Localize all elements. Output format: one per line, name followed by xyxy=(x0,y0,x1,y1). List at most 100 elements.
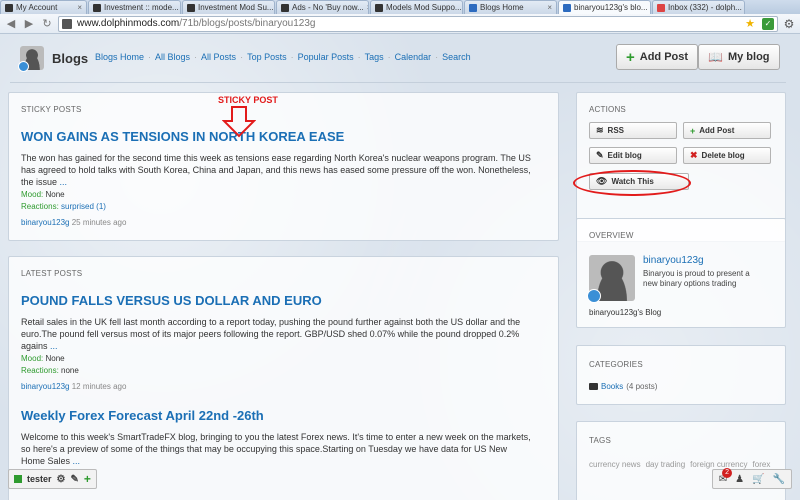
browser-tab[interactable]: Blogs Home × xyxy=(464,0,557,14)
add-post-action-button[interactable]: + Add Post xyxy=(683,122,771,139)
book-icon: 📖 xyxy=(708,50,723,64)
wrench-icon[interactable]: 🔧 xyxy=(773,474,785,485)
sticky-mood: Mood: None xyxy=(21,190,65,199)
tags-heading: TAGS xyxy=(589,436,611,445)
browser-tab[interactable]: Investment :: mode...× xyxy=(88,0,181,14)
delete-x-icon: ✖ xyxy=(690,150,698,160)
nav-separator: · xyxy=(387,52,391,62)
latest-post-2-title[interactable]: Weekly Forex Forecast April 22nd -26th xyxy=(21,408,264,423)
url-host: www.dolphinmods.com xyxy=(77,17,180,29)
nav-link[interactable]: Popular Posts xyxy=(298,52,354,62)
rss-icon: ≋ xyxy=(596,125,604,135)
toolbar-right: ✉ 2 ♟ 🛒 🔧 xyxy=(711,467,792,489)
edit-icon: ✎ xyxy=(596,150,604,160)
edit-icon[interactable]: ✎ xyxy=(70,474,78,485)
author-link[interactable]: binaryou123g xyxy=(21,382,69,391)
bookmark-star-icon[interactable]: ★ xyxy=(745,17,755,31)
watch-this-highlight-ring xyxy=(573,170,691,196)
sticky-posts-heading: STICKY POSTS xyxy=(21,105,82,114)
sticky-read-more-link[interactable]: ... xyxy=(60,177,68,187)
add-post-button[interactable]: + Add Post xyxy=(616,44,699,70)
page-content: Blogs Blogs Home · All Blogs · All Posts · Top… xyxy=(0,34,800,500)
categories-heading: CATEGORIES xyxy=(589,360,643,369)
rss-label: RSS xyxy=(607,126,624,135)
browser-tab[interactable]: Investment Mod Su...× xyxy=(182,0,275,14)
mood-value: None xyxy=(45,190,65,199)
tab-favicon-icon xyxy=(375,3,383,12)
latest-posts-heading: LATEST POSTS xyxy=(21,269,83,278)
annotation-arrow-icon xyxy=(222,106,256,138)
extension-icon[interactable]: ✓ xyxy=(762,17,774,30)
blogger-name-link[interactable]: binaryou123g xyxy=(643,255,704,266)
nav-link[interactable]: Tags xyxy=(365,52,384,62)
url-input[interactable]: www.dolphinmods.com/71b/blogs/posts/bina… xyxy=(58,15,778,32)
toolbar-username[interactable]: tester xyxy=(27,474,52,484)
nav-link[interactable]: Top Posts xyxy=(247,52,287,62)
nav-link[interactable]: All Blogs xyxy=(155,52,190,62)
reactions-value[interactable]: surprised (1) xyxy=(61,202,106,211)
latest-post-1-read-more[interactable]: ... xyxy=(50,341,58,351)
category-link-books[interactable]: Books xyxy=(601,382,623,391)
delete-blog-label: Delete blog xyxy=(701,151,745,160)
mail-icon[interactable]: ✉ 2 xyxy=(719,467,733,485)
back-icon[interactable]: ◀ xyxy=(4,17,18,31)
overview-heading: OVERVIEW xyxy=(589,231,634,240)
nav-link[interactable]: All Posts xyxy=(201,52,236,62)
browser-tab-bar: My Account×Investment :: mode...×Investm… xyxy=(0,0,800,14)
author-link[interactable]: binaryou123g xyxy=(21,218,69,227)
tab-close-icon[interactable]: × xyxy=(367,2,368,14)
browser-tab[interactable]: binaryou123g's blo...× xyxy=(558,0,651,14)
overview-panel: OVERVIEW binaryou123g Binaryou is proud … xyxy=(576,218,786,328)
post-time: 25 minutes ago xyxy=(71,218,127,227)
plus-icon: + xyxy=(626,48,635,66)
header-avatar[interactable] xyxy=(18,46,44,72)
actions-heading: ACTIONS xyxy=(589,105,626,114)
tab-close-icon[interactable]: × xyxy=(547,2,552,14)
edit-blog-button[interactable]: ✎ Edit blog xyxy=(589,147,677,164)
browser-tab[interactable]: Inbox (332) - dolph...× xyxy=(652,0,745,14)
browser-tab[interactable]: My Account × xyxy=(0,0,87,14)
category-item: Books (4 posts) xyxy=(589,382,657,391)
forward-icon[interactable]: ▶ xyxy=(22,17,36,31)
browser-tab[interactable]: Models Mod Suppo... × xyxy=(370,0,463,14)
site-favicon-icon xyxy=(62,18,72,29)
categories-panel: CATEGORIES Books (4 posts) xyxy=(576,345,786,405)
rss-button[interactable]: ≋ RSS xyxy=(589,122,677,139)
post-time: 12 minutes ago xyxy=(71,382,127,391)
edit-blog-label: Edit blog xyxy=(607,151,642,160)
gear-icon[interactable]: ⚙ xyxy=(57,474,66,485)
tab-close-icon[interactable]: × xyxy=(77,2,82,14)
my-blog-button[interactable]: 📖 My blog xyxy=(698,44,780,70)
wrench-icon[interactable]: ⚙ xyxy=(782,17,796,31)
sticky-byline: binaryou123g 25 minutes ago xyxy=(21,218,126,227)
nav-link[interactable]: Search xyxy=(442,52,471,62)
add-post-action-label: Add Post xyxy=(699,126,735,135)
latest-post-1-mood: Mood: None xyxy=(21,354,65,363)
tab-label: binaryou123g's blo... xyxy=(574,2,648,12)
browser-tab[interactable]: Ads - No 'Buy now...× xyxy=(276,0,369,14)
latest-post-2-text: Welcome to this week's SmartTradeFX blog… xyxy=(21,432,531,466)
nav-link[interactable]: Blogs Home xyxy=(95,52,144,62)
user-icon[interactable]: ♟ xyxy=(735,474,744,485)
nav-link[interactable]: Calendar xyxy=(395,52,432,62)
tab-label: Blogs Home xyxy=(480,2,524,12)
cart-icon[interactable]: 🛒 xyxy=(752,474,764,485)
tab-favicon-icon xyxy=(187,3,195,12)
add-post-label: Add Post xyxy=(639,51,689,63)
mood-value: None xyxy=(45,354,65,363)
latest-post-1-title[interactable]: POUND FALLS VERSUS US DOLLAR AND EURO xyxy=(21,293,322,308)
address-bar: ◀ ▶ ↻ www.dolphinmods.com/71b/blogs/post… xyxy=(0,14,800,34)
folder-icon xyxy=(589,383,598,390)
blogger-description: Binaryou is proud to present a new binar… xyxy=(643,269,750,288)
reload-icon[interactable]: ↻ xyxy=(40,17,54,31)
sticky-reactions: Reactions: surprised (1) xyxy=(21,202,106,211)
sticky-post-title[interactable]: WON GAINS AS TENSIONS IN NORTH KOREA EAS… xyxy=(21,129,344,144)
mood-label: Mood: xyxy=(21,190,44,199)
delete-blog-button[interactable]: ✖ Delete blog xyxy=(683,147,771,164)
nav-separator: · xyxy=(148,52,152,62)
nav-separator: · xyxy=(240,52,244,62)
plus-icon[interactable]: + xyxy=(84,472,91,486)
blogger-avatar[interactable] xyxy=(587,255,635,303)
blogs-nav: Blogs Home · All Blogs · All Posts · Top Posts… xyxy=(95,52,471,62)
sticky-post-text: The won has gained for the second time t… xyxy=(21,153,531,187)
